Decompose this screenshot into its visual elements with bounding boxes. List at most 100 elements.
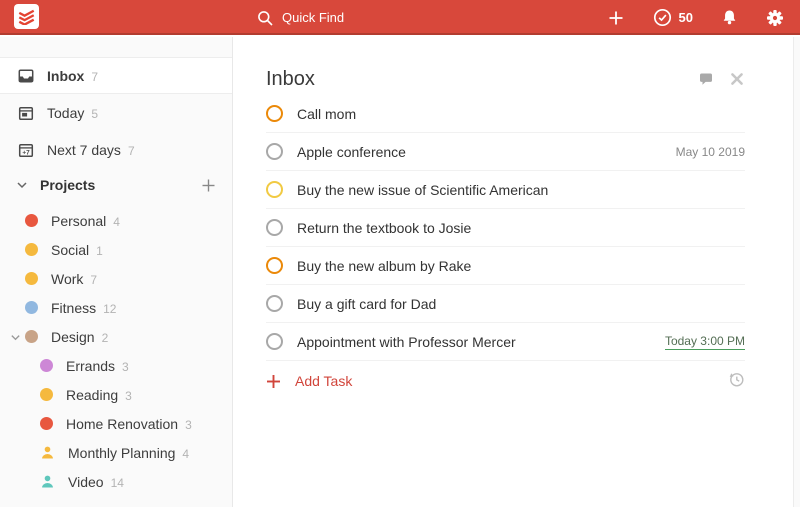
- project-count: 4: [113, 215, 120, 229]
- project-row[interactable]: Fitness 12: [0, 293, 232, 322]
- task-title[interactable]: Return the textbook to Josie: [297, 220, 471, 236]
- sidebar-item-count: 7: [128, 144, 135, 158]
- task-checkbox[interactable]: [266, 333, 283, 350]
- task-title[interactable]: Buy the new issue of Scientific American: [297, 182, 548, 198]
- task-row[interactable]: Call mom: [266, 95, 745, 133]
- project-row[interactable]: Errands 3: [0, 351, 232, 380]
- project-color-dot: [25, 301, 38, 314]
- sidebar-item-label: Inbox: [47, 68, 84, 84]
- plus-icon: [266, 374, 281, 389]
- sidebar-item-label: Today: [47, 105, 84, 121]
- project-color-dot: [40, 388, 53, 401]
- project-name: Errands: [66, 358, 115, 374]
- project-count: 2: [102, 331, 109, 345]
- app-header: Quick Find 50: [0, 0, 800, 35]
- task-title[interactable]: Call mom: [297, 106, 356, 122]
- task-title[interactable]: Buy a gift card for Dad: [297, 296, 436, 312]
- sidebar-item-count: 7: [91, 70, 98, 84]
- project-color-dot: [40, 417, 53, 430]
- task-checkbox[interactable]: [266, 257, 283, 274]
- project-count: 12: [103, 302, 116, 316]
- projects-section-header[interactable]: Projects: [0, 168, 232, 202]
- check-circle-icon: [653, 8, 672, 27]
- project-color-dot: [25, 272, 38, 285]
- task-due-date[interactable]: May 10 2019: [676, 145, 745, 159]
- task-due-date[interactable]: Today 3:00 PM: [665, 334, 745, 350]
- project-actions-button[interactable]: [729, 71, 745, 87]
- project-color-dot: [40, 359, 53, 372]
- project-row[interactable]: Personal 4: [0, 206, 232, 235]
- sidebar-item-inbox[interactable]: Inbox 7: [0, 57, 232, 94]
- sidebar-item-next-7-days[interactable]: +7 Next 7 days 7: [0, 131, 232, 168]
- task-title[interactable]: Apple conference: [297, 144, 406, 160]
- project-count: 3: [185, 418, 192, 432]
- task-row[interactable]: Buy a gift card for Dad: [266, 285, 745, 323]
- todoist-logo[interactable]: [14, 4, 39, 29]
- karma-count: 50: [679, 10, 693, 25]
- add-task-button[interactable]: Add Task: [266, 373, 352, 389]
- settings-button[interactable]: [766, 9, 784, 27]
- view-header-actions: [698, 71, 745, 87]
- task-checkbox[interactable]: [266, 143, 283, 160]
- task-title[interactable]: Appointment with Professor Mercer: [297, 334, 516, 350]
- shared-project-person-icon: [40, 474, 55, 489]
- project-count: 4: [182, 447, 189, 461]
- main-content: Inbox Call mom: [234, 37, 800, 507]
- task-title[interactable]: Buy the new album by Rake: [297, 258, 471, 274]
- task-checkbox[interactable]: [266, 295, 283, 312]
- project-name: Video: [68, 474, 104, 490]
- project-row[interactable]: Reading 3: [0, 380, 232, 409]
- project-expand-chevron-icon[interactable]: [10, 332, 21, 343]
- task-list: Call mom Apple conference May 10 2019 Bu…: [266, 95, 745, 361]
- sidebar-item-today[interactable]: Today 5: [0, 94, 232, 131]
- task-row[interactable]: Buy the new issue of Scientific American: [266, 171, 745, 209]
- add-project-button[interactable]: [201, 178, 216, 193]
- task-checkbox[interactable]: [266, 105, 283, 122]
- notifications-button[interactable]: [721, 9, 738, 26]
- projects-header-label: Projects: [40, 177, 95, 193]
- project-name: Reading: [66, 387, 118, 403]
- scrollbar[interactable]: [793, 37, 800, 507]
- shared-project-person-icon: [40, 445, 55, 460]
- project-row[interactable]: Monthly Planning 4: [0, 438, 232, 467]
- chevron-down-icon[interactable]: [16, 179, 28, 191]
- inbox-icon: [18, 68, 34, 84]
- project-count: 3: [125, 389, 132, 403]
- project-color-dot: [25, 330, 38, 343]
- header-actions: 50: [607, 0, 784, 35]
- comments-button[interactable]: [698, 72, 714, 87]
- task-row[interactable]: Buy the new album by Rake: [266, 247, 745, 285]
- sidebar-item-label: Next 7 days: [47, 142, 121, 158]
- quick-add-button[interactable]: [607, 9, 625, 27]
- project-row[interactable]: Work 7: [0, 264, 232, 293]
- activity-history-button[interactable]: [728, 371, 745, 391]
- sidebar: Inbox 7 Today 5 +7 Next 7 days: [0, 37, 233, 507]
- gear-icon: [766, 9, 784, 27]
- page-title: Inbox: [266, 68, 315, 91]
- project-row[interactable]: Social 1: [0, 235, 232, 264]
- projects-list: Personal 4 Social 1 Work 7 Fitne: [0, 206, 232, 496]
- add-task-label: Add Task: [295, 373, 352, 389]
- project-row[interactable]: Home Renovation 3: [0, 409, 232, 438]
- project-color-dot: [25, 243, 38, 256]
- todoist-app: Quick Find 50: [0, 0, 800, 507]
- search-placeholder: Quick Find: [282, 10, 344, 25]
- calendar-next7-icon: +7: [18, 142, 34, 158]
- todoist-logo-icon: [18, 8, 35, 25]
- calendar-today-icon: [18, 105, 34, 121]
- project-name: Social: [51, 242, 89, 258]
- project-count: 14: [111, 476, 124, 490]
- task-row[interactable]: Appointment with Professor Mercer Today …: [266, 323, 745, 361]
- karma-counter[interactable]: 50: [653, 8, 693, 27]
- project-name: Personal: [51, 213, 106, 229]
- project-name: Fitness: [51, 300, 96, 316]
- task-row[interactable]: Return the textbook to Josie: [266, 209, 745, 247]
- task-row[interactable]: Apple conference May 10 2019: [266, 133, 745, 171]
- project-name: Work: [51, 271, 83, 287]
- task-checkbox[interactable]: [266, 219, 283, 236]
- project-row[interactable]: Design 2: [0, 322, 232, 351]
- search-bar[interactable]: Quick Find: [257, 0, 344, 35]
- task-checkbox[interactable]: [266, 181, 283, 198]
- plus-icon: [201, 178, 216, 193]
- project-row[interactable]: Video 14: [0, 467, 232, 496]
